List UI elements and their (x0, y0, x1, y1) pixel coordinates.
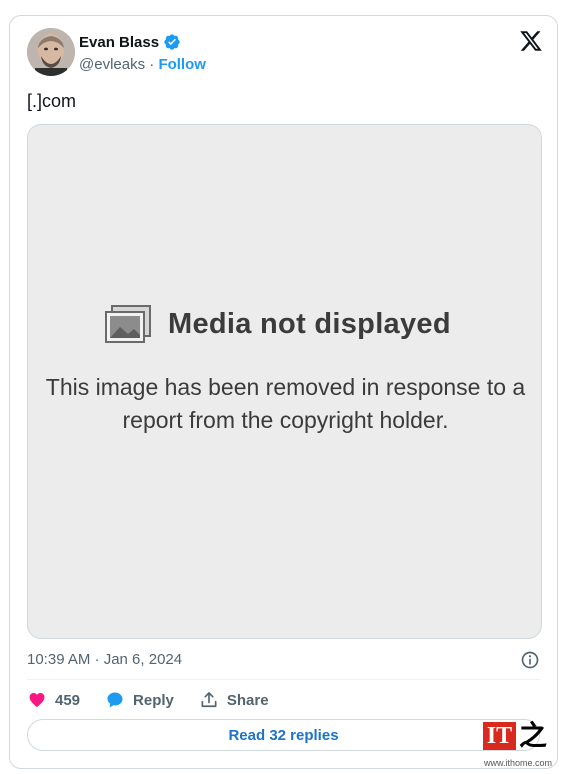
share-label: Share (226, 691, 269, 709)
author-handle[interactable]: @evleaks (79, 56, 145, 73)
read-replies-button[interactable]: Read 32 replies (27, 719, 540, 751)
watermark-logo-char: 之 (519, 719, 548, 752)
author-name[interactable]: Evan Blass (79, 34, 159, 51)
ithome-watermark: IT 之 www.ithome.com (483, 720, 558, 772)
action-bar: 459 Reply Share (27, 689, 294, 711)
media-title: Media not displayed (168, 307, 451, 340)
media-heading: Media not displayed (104, 305, 451, 343)
handle-row: @evleaks · Follow (79, 56, 206, 73)
timestamp[interactable]: 10:39 AM · Jan 6, 2024 (27, 651, 182, 668)
tweet-card[interactable]: Evan Blass @evleaks · Follow [.]com Medi… (9, 15, 558, 769)
watermark-logo: IT (483, 722, 516, 750)
divider (27, 679, 540, 680)
like-count: 459 (55, 691, 81, 709)
share-icon (201, 692, 217, 708)
reply-bubble-icon (107, 692, 123, 708)
heart-icon (29, 692, 45, 708)
avatar[interactable] (27, 28, 75, 76)
author-name-row[interactable]: Evan Blass (79, 33, 181, 51)
handle-separator: · (149, 56, 155, 73)
media-message: This image has been removed in response … (28, 371, 541, 437)
watermark-url: www.ithome.com (484, 758, 553, 768)
media-message-line2: report from the copyright holder. (122, 407, 449, 433)
media-message-line1: This image has been removed in response … (45, 374, 526, 400)
follow-link[interactable]: Follow (158, 56, 206, 73)
verified-badge-icon (164, 34, 180, 50)
info-icon[interactable] (520, 650, 540, 670)
media-placeholder[interactable]: Media not displayed This image has been … (27, 124, 542, 639)
x-logo-icon[interactable] (519, 29, 543, 53)
reply-label: Reply (133, 691, 174, 709)
share-button[interactable]: Share (199, 690, 269, 710)
like-button[interactable]: 459 (27, 690, 80, 710)
reply-button[interactable]: Reply (105, 690, 174, 710)
broken-image-icon (105, 305, 151, 343)
tweet-text: [.]com (27, 91, 77, 111)
